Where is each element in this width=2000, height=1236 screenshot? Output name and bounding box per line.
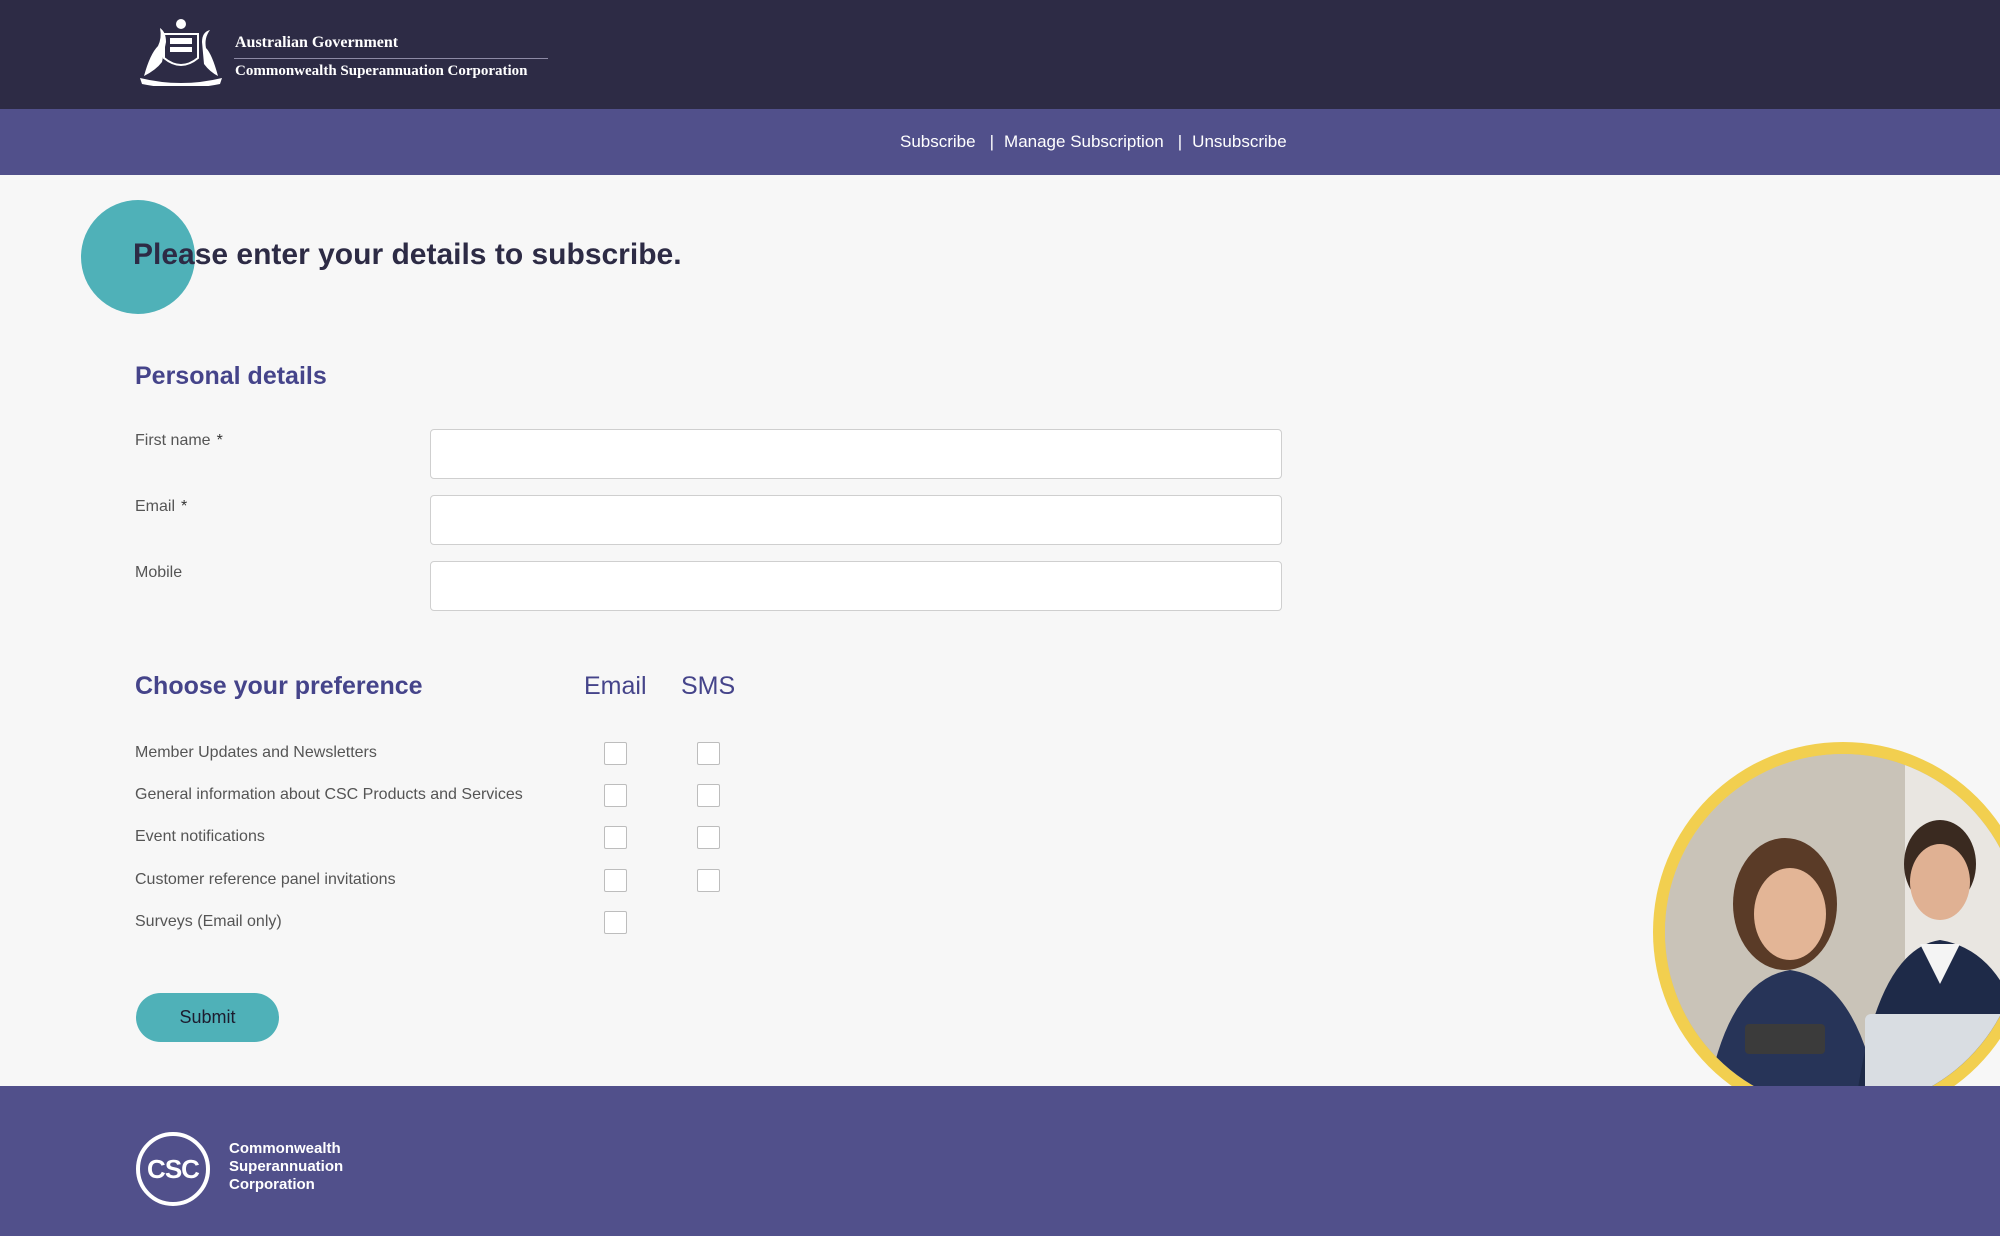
- nav-separator: |: [1177, 132, 1183, 151]
- coat-of-arms-icon: [140, 19, 222, 86]
- email-label-text: Email: [135, 498, 176, 515]
- footer-org-name: Commonwealth Superannuation Corporation: [229, 1140, 343, 1194]
- reference-panel-sms-checkbox[interactable]: [697, 869, 720, 892]
- general-info-email-checkbox[interactable]: [604, 784, 627, 807]
- australian-government-logo[interactable]: Australian Government Commonwealth Super…: [134, 16, 554, 88]
- photo-ring: [1653, 742, 2000, 1122]
- people-photo: [1665, 754, 2000, 1110]
- logo-divider: [234, 58, 548, 59]
- footer-org-line2: Superannuation: [229, 1158, 344, 1175]
- footer: CSC Commonwealth Superannuation Corporat…: [0, 1086, 2000, 1236]
- general-info-sms-checkbox[interactable]: [697, 784, 720, 807]
- required-marker: *: [181, 498, 188, 515]
- footer-org-line1: Commonwealth: [229, 1140, 341, 1157]
- pref-label-events: Event notifications: [135, 828, 265, 845]
- top-header: Australian Government Commonwealth Super…: [0, 0, 2000, 109]
- email-column-heading: Email: [584, 672, 647, 700]
- submit-button[interactable]: Submit: [136, 993, 279, 1042]
- events-email-checkbox[interactable]: [604, 826, 627, 849]
- people-illustration: [1665, 754, 2000, 1110]
- reference-panel-email-checkbox[interactable]: [604, 869, 627, 892]
- gov-title: Australian Government: [235, 34, 399, 51]
- nav-links: Subscribe | Manage Subscription | Unsubs…: [900, 109, 1287, 175]
- footer-org-line3: Corporation: [229, 1176, 315, 1193]
- newsletters-email-checkbox[interactable]: [604, 742, 627, 765]
- required-marker: *: [216, 432, 223, 449]
- surveys-email-checkbox[interactable]: [604, 911, 627, 934]
- gov-subtitle: Commonwealth Superannuation Corporation: [235, 63, 528, 79]
- preference-heading: Choose your preference: [135, 672, 423, 700]
- mobile-label-text: Mobile: [135, 564, 183, 581]
- first-name-input[interactable]: [430, 429, 1282, 479]
- email-input[interactable]: [430, 495, 1282, 545]
- mobile-label: Mobile: [135, 564, 182, 582]
- nav-bar: Subscribe | Manage Subscription | Unsubs…: [0, 109, 2000, 175]
- personal-details-heading: Personal details: [135, 362, 327, 390]
- nav-subscribe-link[interactable]: Subscribe: [900, 132, 976, 152]
- mobile-input[interactable]: [430, 561, 1282, 611]
- newsletters-sms-checkbox[interactable]: [697, 742, 720, 765]
- nav-separator: |: [989, 132, 995, 151]
- sms-column-heading: SMS: [681, 672, 736, 700]
- csc-logo-icon[interactable]: CSC: [136, 1132, 210, 1206]
- nav-manage-subscription-link[interactable]: Manage Subscription: [1004, 132, 1164, 152]
- first-name-label: First name *: [135, 432, 223, 450]
- email-label: Email *: [135, 498, 187, 516]
- page-title: Please enter your details to subscribe.: [133, 238, 682, 271]
- pref-label-general-info: General information about CSC Products a…: [135, 786, 523, 803]
- first-name-label-text: First name: [135, 432, 211, 449]
- pref-label-reference-panel: Customer reference panel invitations: [135, 871, 396, 888]
- pref-label-surveys: Surveys (Email only): [135, 913, 282, 930]
- nav-unsubscribe-link[interactable]: Unsubscribe: [1192, 132, 1287, 152]
- pref-label-newsletters: Member Updates and Newsletters: [135, 744, 377, 761]
- events-sms-checkbox[interactable]: [697, 826, 720, 849]
